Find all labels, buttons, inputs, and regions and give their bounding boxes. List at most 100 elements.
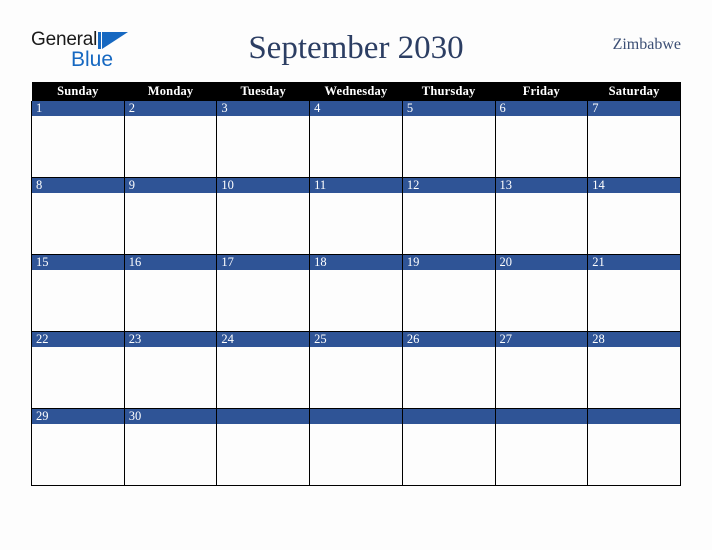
calendar-page: General Blue September 2030 Zimbabwe Sun…: [0, 0, 712, 550]
day-events-area[interactable]: [588, 347, 680, 408]
calendar-day-cell[interactable]: 13: [494, 177, 589, 255]
day-events-area[interactable]: [588, 424, 680, 485]
calendar-day-cell[interactable]: [401, 408, 496, 486]
calendar-day-cell[interactable]: 16: [123, 254, 218, 332]
day-events-area[interactable]: [588, 270, 680, 331]
day-number: 3: [217, 101, 310, 116]
day-events-area[interactable]: [32, 193, 124, 254]
page-title: September 2030: [248, 30, 464, 66]
day-events-area[interactable]: [32, 424, 124, 485]
day-number: 12: [402, 178, 495, 193]
weekday-header-saturday: Saturday: [587, 82, 681, 101]
day-number: 26: [402, 332, 495, 347]
day-number: 17: [217, 255, 310, 270]
day-number: [588, 409, 680, 424]
calendar-day-cell[interactable]: 21: [587, 254, 681, 332]
day-events-area[interactable]: [310, 424, 402, 485]
day-number: 22: [32, 332, 124, 347]
day-events-area[interactable]: [310, 116, 402, 177]
day-events-area[interactable]: [588, 116, 680, 177]
day-number: 2: [124, 101, 217, 116]
day-events-area[interactable]: [217, 193, 309, 254]
day-events-area[interactable]: [496, 424, 588, 485]
calendar-day-cell[interactable]: 20: [494, 254, 589, 332]
day-events-area[interactable]: [125, 193, 217, 254]
calendar-day-cell[interactable]: 18: [309, 254, 403, 332]
day-events-area[interactable]: [125, 270, 217, 331]
calendar-day-cell[interactable]: 28: [587, 331, 681, 409]
calendar-day-cell[interactable]: 14: [587, 177, 681, 255]
day-events-area[interactable]: [496, 270, 588, 331]
calendar-day-cell[interactable]: [216, 408, 311, 486]
calendar-day-cell[interactable]: 26: [401, 331, 496, 409]
day-events-area[interactable]: [310, 347, 402, 408]
calendar-day-cell[interactable]: 3: [216, 101, 311, 178]
calendar-day-cell[interactable]: 22: [31, 331, 125, 409]
calendar-day-cell[interactable]: [587, 408, 681, 486]
calendar-day-cell[interactable]: 5: [401, 101, 496, 178]
day-events-area[interactable]: [496, 347, 588, 408]
weekday-header-sunday: Sunday: [31, 82, 125, 101]
day-number: 18: [310, 255, 402, 270]
day-events-area[interactable]: [403, 347, 495, 408]
day-number: 13: [495, 178, 588, 193]
country-label: Zimbabwe: [612, 36, 681, 53]
day-events-area[interactable]: [32, 116, 124, 177]
calendar-day-cell[interactable]: 15: [31, 254, 125, 332]
calendar-day-cell[interactable]: 12: [401, 177, 496, 255]
calendar-day-cell[interactable]: 2: [123, 101, 218, 178]
calendar-day-cell[interactable]: [494, 408, 589, 486]
day-events-area[interactable]: [403, 270, 495, 331]
calendar-day-cell[interactable]: 11: [309, 177, 403, 255]
day-number: 27: [495, 332, 588, 347]
calendar-body: 1 2 3 4 5 6 7 8 9 10 11 12 13 14 15 16 17 18 19 20 21 22 23 24 2…: [31, 101, 681, 486]
day-events-area[interactable]: [496, 193, 588, 254]
calendar-day-cell[interactable]: 7: [587, 101, 681, 178]
day-events-area[interactable]: [125, 116, 217, 177]
calendar-day-cell[interactable]: 6: [494, 101, 589, 178]
day-events-area[interactable]: [310, 270, 402, 331]
day-number: [402, 409, 495, 424]
calendar-day-cell[interactable]: 25: [309, 331, 403, 409]
calendar-day-cell[interactable]: 27: [494, 331, 589, 409]
day-events-area[interactable]: [217, 424, 309, 485]
day-events-area[interactable]: [217, 270, 309, 331]
day-events-area[interactable]: [32, 347, 124, 408]
calendar-day-cell[interactable]: 8: [31, 177, 125, 255]
day-events-area[interactable]: [217, 116, 309, 177]
day-number: 5: [402, 101, 495, 116]
day-number: 14: [588, 178, 680, 193]
weekday-header-wednesday: Wednesday: [309, 82, 403, 101]
calendar-day-cell[interactable]: 29: [31, 408, 125, 486]
day-events-area[interactable]: [125, 424, 217, 485]
calendar-day-cell[interactable]: 10: [216, 177, 311, 255]
calendar-day-cell[interactable]: 17: [216, 254, 311, 332]
day-number: 30: [124, 409, 217, 424]
calendar-day-cell[interactable]: 24: [216, 331, 311, 409]
calendar-day-cell[interactable]: [309, 408, 403, 486]
day-number: 25: [310, 332, 402, 347]
weekday-header-tuesday: Tuesday: [216, 82, 310, 101]
day-events-area[interactable]: [125, 347, 217, 408]
day-number: [495, 409, 588, 424]
day-number: 24: [217, 332, 310, 347]
day-events-area[interactable]: [403, 193, 495, 254]
day-events-area[interactable]: [403, 116, 495, 177]
day-number: 11: [310, 178, 402, 193]
day-number: 6: [495, 101, 588, 116]
day-events-area[interactable]: [403, 424, 495, 485]
calendar-day-cell[interactable]: 19: [401, 254, 496, 332]
day-events-area[interactable]: [310, 193, 402, 254]
day-number: 23: [124, 332, 217, 347]
calendar-day-cell[interactable]: 4: [309, 101, 403, 178]
day-events-area[interactable]: [496, 116, 588, 177]
day-events-area[interactable]: [217, 347, 309, 408]
calendar-day-cell[interactable]: 30: [123, 408, 218, 486]
calendar-day-cell[interactable]: 1: [31, 101, 125, 178]
day-number: 15: [32, 255, 124, 270]
day-events-area[interactable]: [32, 270, 124, 331]
day-events-area[interactable]: [588, 193, 680, 254]
calendar-day-cell[interactable]: 23: [123, 331, 218, 409]
calendar-day-cell[interactable]: 9: [123, 177, 218, 255]
day-number: 29: [32, 409, 124, 424]
